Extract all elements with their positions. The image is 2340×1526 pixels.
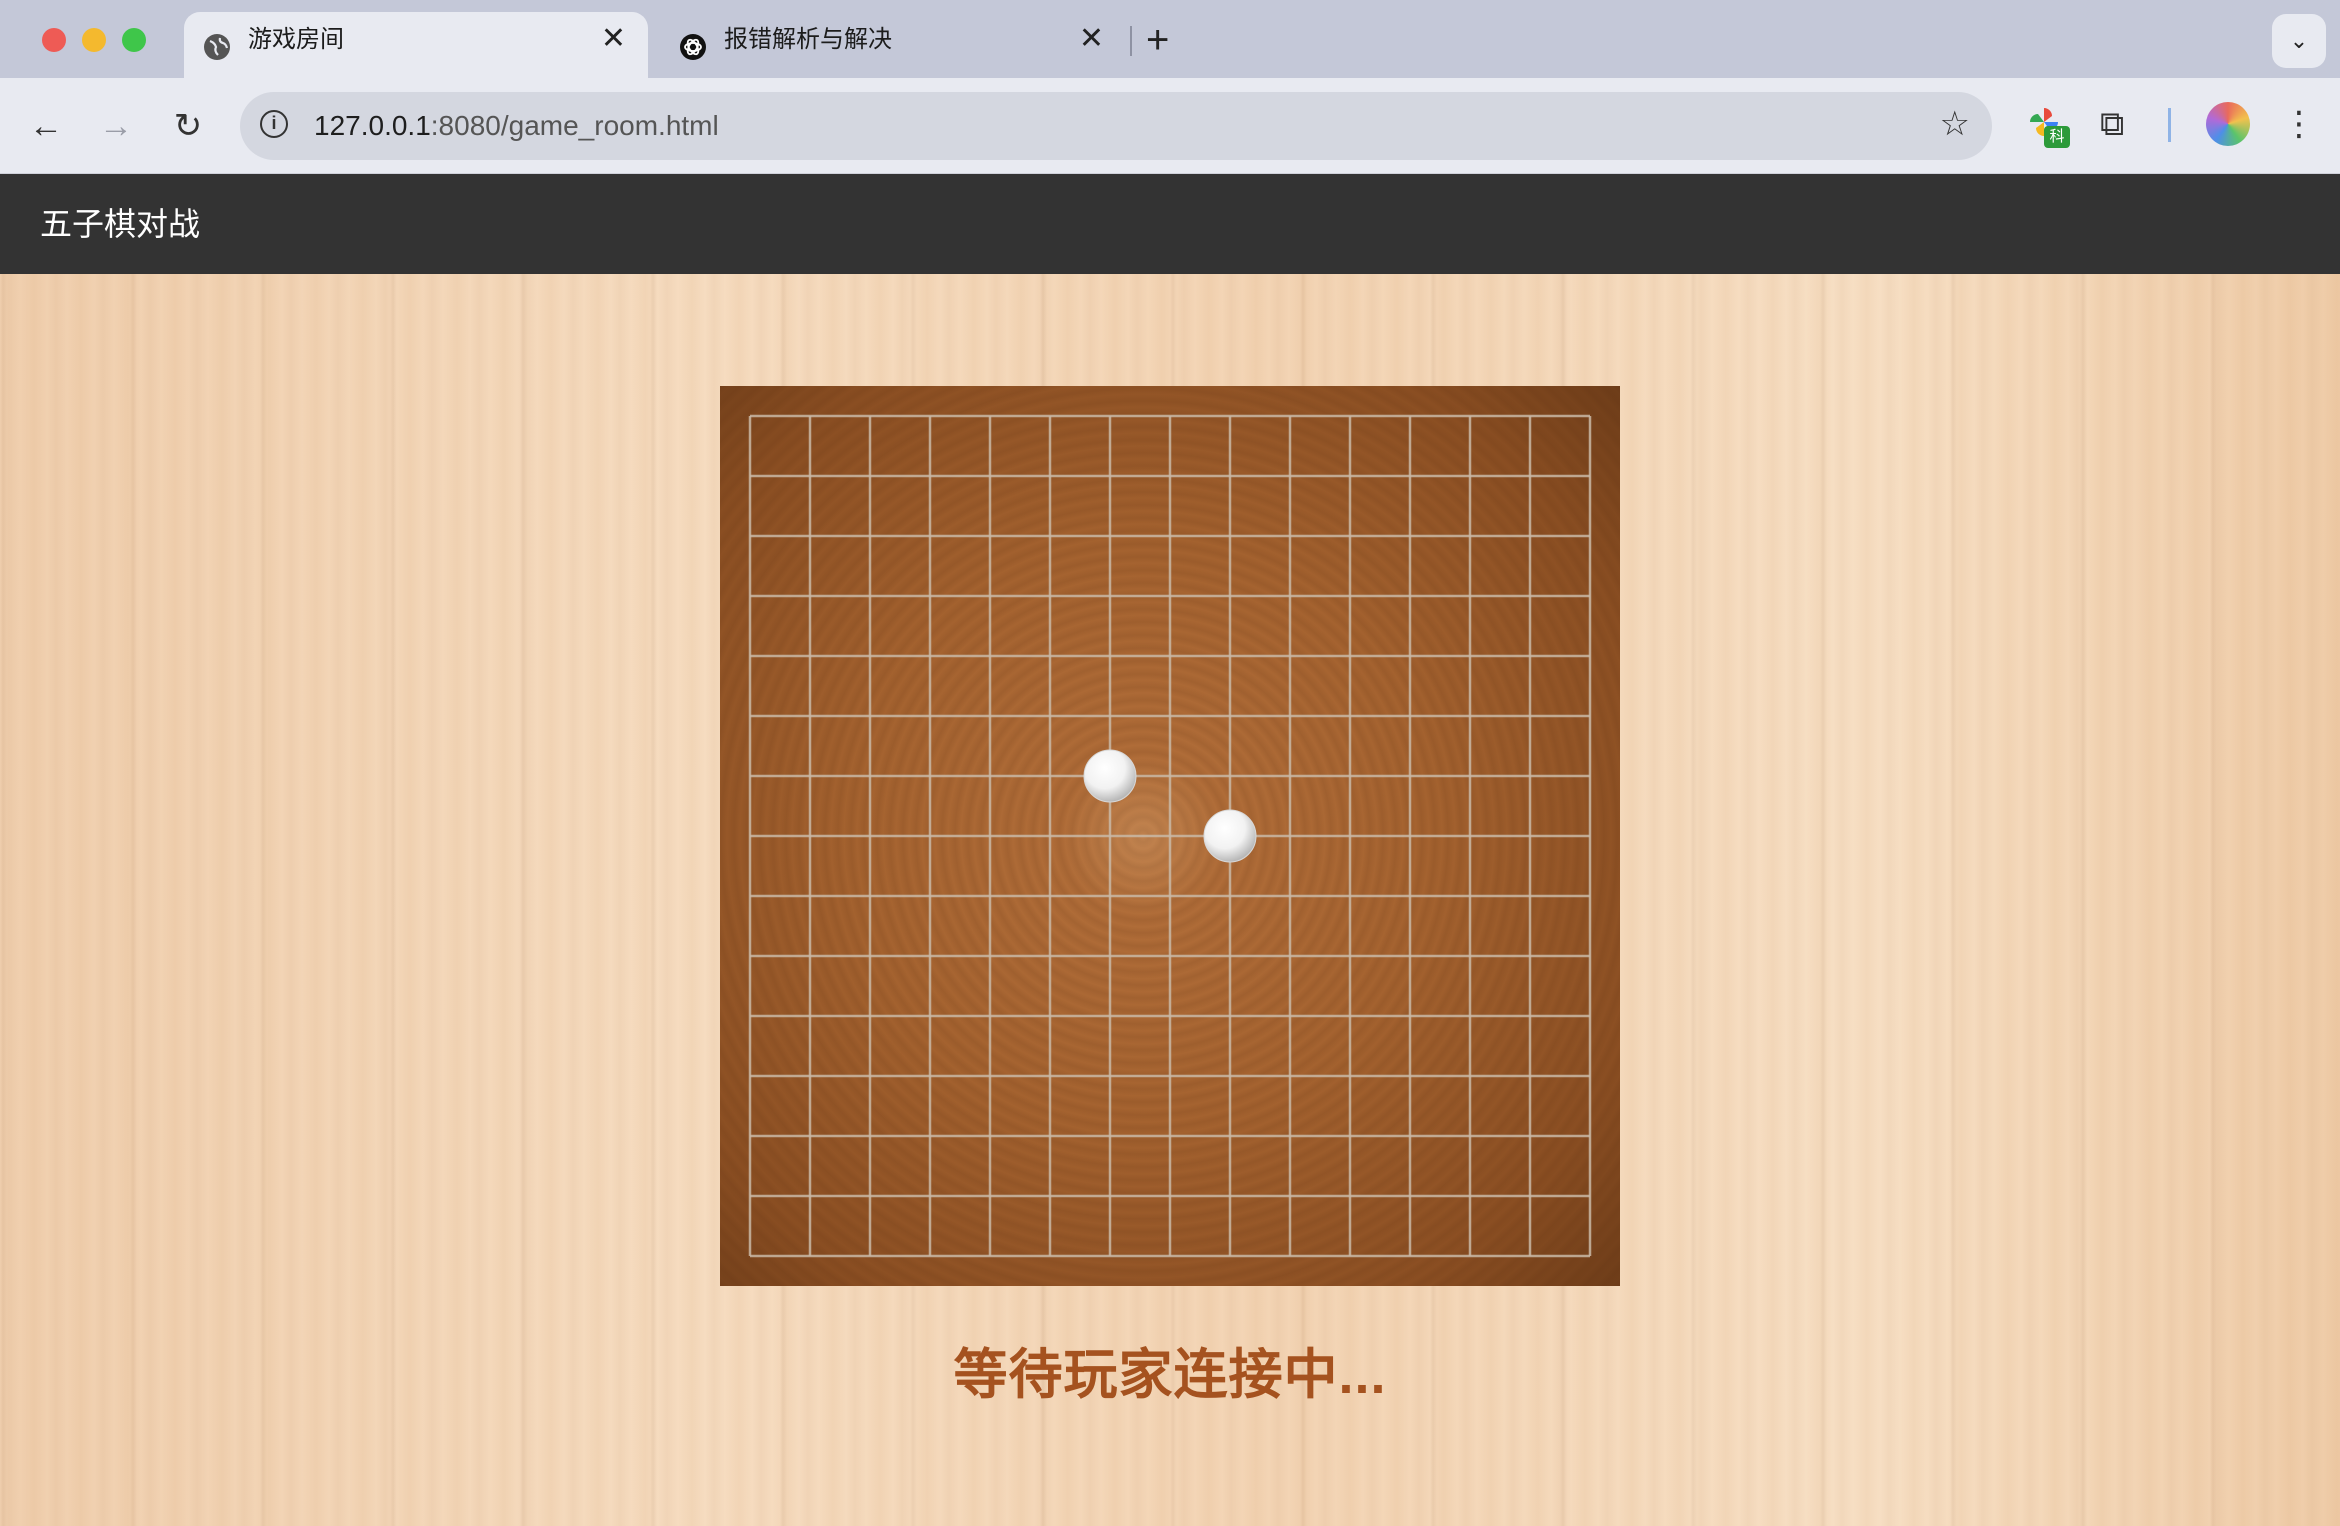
- tab-title: 游戏房间: [248, 26, 344, 53]
- window-close-button[interactable]: [42, 28, 66, 52]
- forward-arrow-icon[interactable]: →: [96, 106, 136, 146]
- url-host: 127.0.0.1: [314, 110, 431, 141]
- white-stone: [1203, 809, 1257, 863]
- browser-tabstrip: 游戏房间 ✕ 报错解析与解决 ✕ + ⌄: [0, 0, 2340, 78]
- url-text[interactable]: 127.0.0.1:8080/game_room.html: [314, 92, 719, 160]
- tab-title: 报错解析与解决: [724, 26, 892, 53]
- reload-icon[interactable]: ↻: [168, 106, 208, 146]
- tab-search-chevron-icon[interactable]: ⌄: [2272, 14, 2326, 68]
- address-bar[interactable]: i 127.0.0.1:8080/game_room.html ☆: [240, 92, 1992, 160]
- tab-divider: [1130, 26, 1132, 56]
- new-tab-button[interactable]: +: [1146, 18, 1169, 62]
- board-grid[interactable]: [720, 386, 1620, 1286]
- globe-icon: [204, 34, 230, 60]
- toolbar-divider: [2168, 108, 2171, 142]
- openai-icon: [680, 34, 706, 60]
- browser-toolbar: ← → ↻ i 127.0.0.1:8080/game_room.html ☆ …: [0, 78, 2340, 174]
- gomoku-board[interactable]: [720, 386, 1620, 1286]
- more-menu-icon[interactable]: ⋮: [2282, 102, 2316, 146]
- window-minimize-button[interactable]: [82, 28, 106, 52]
- window-zoom-button[interactable]: [122, 28, 146, 52]
- tab-error-analysis[interactable]: 报错解析与解决 ✕: [660, 12, 1126, 78]
- tab-close-icon[interactable]: ✕: [601, 24, 626, 54]
- extensions-puzzle-icon[interactable]: ⧉: [2100, 104, 2140, 144]
- white-stone: [1083, 749, 1137, 803]
- app-title: 五子棋对战: [40, 206, 201, 242]
- site-info-icon[interactable]: i: [260, 110, 288, 138]
- url-path: :8080/game_room.html: [430, 110, 719, 141]
- extension-pinwheel-icon[interactable]: 科: [2026, 104, 2070, 148]
- app-header: 五子棋对战: [0, 174, 2340, 274]
- back-arrow-icon[interactable]: ←: [26, 106, 66, 146]
- profile-avatar[interactable]: [2206, 102, 2250, 146]
- status-message: 等待玩家连接中...: [953, 1345, 1387, 1405]
- bookmark-star-icon[interactable]: ☆: [1940, 104, 1970, 144]
- tab-close-icon[interactable]: ✕: [1079, 24, 1104, 54]
- extension-badge: 科: [2044, 126, 2070, 148]
- tab-game-room[interactable]: 游戏房间 ✕: [184, 12, 648, 78]
